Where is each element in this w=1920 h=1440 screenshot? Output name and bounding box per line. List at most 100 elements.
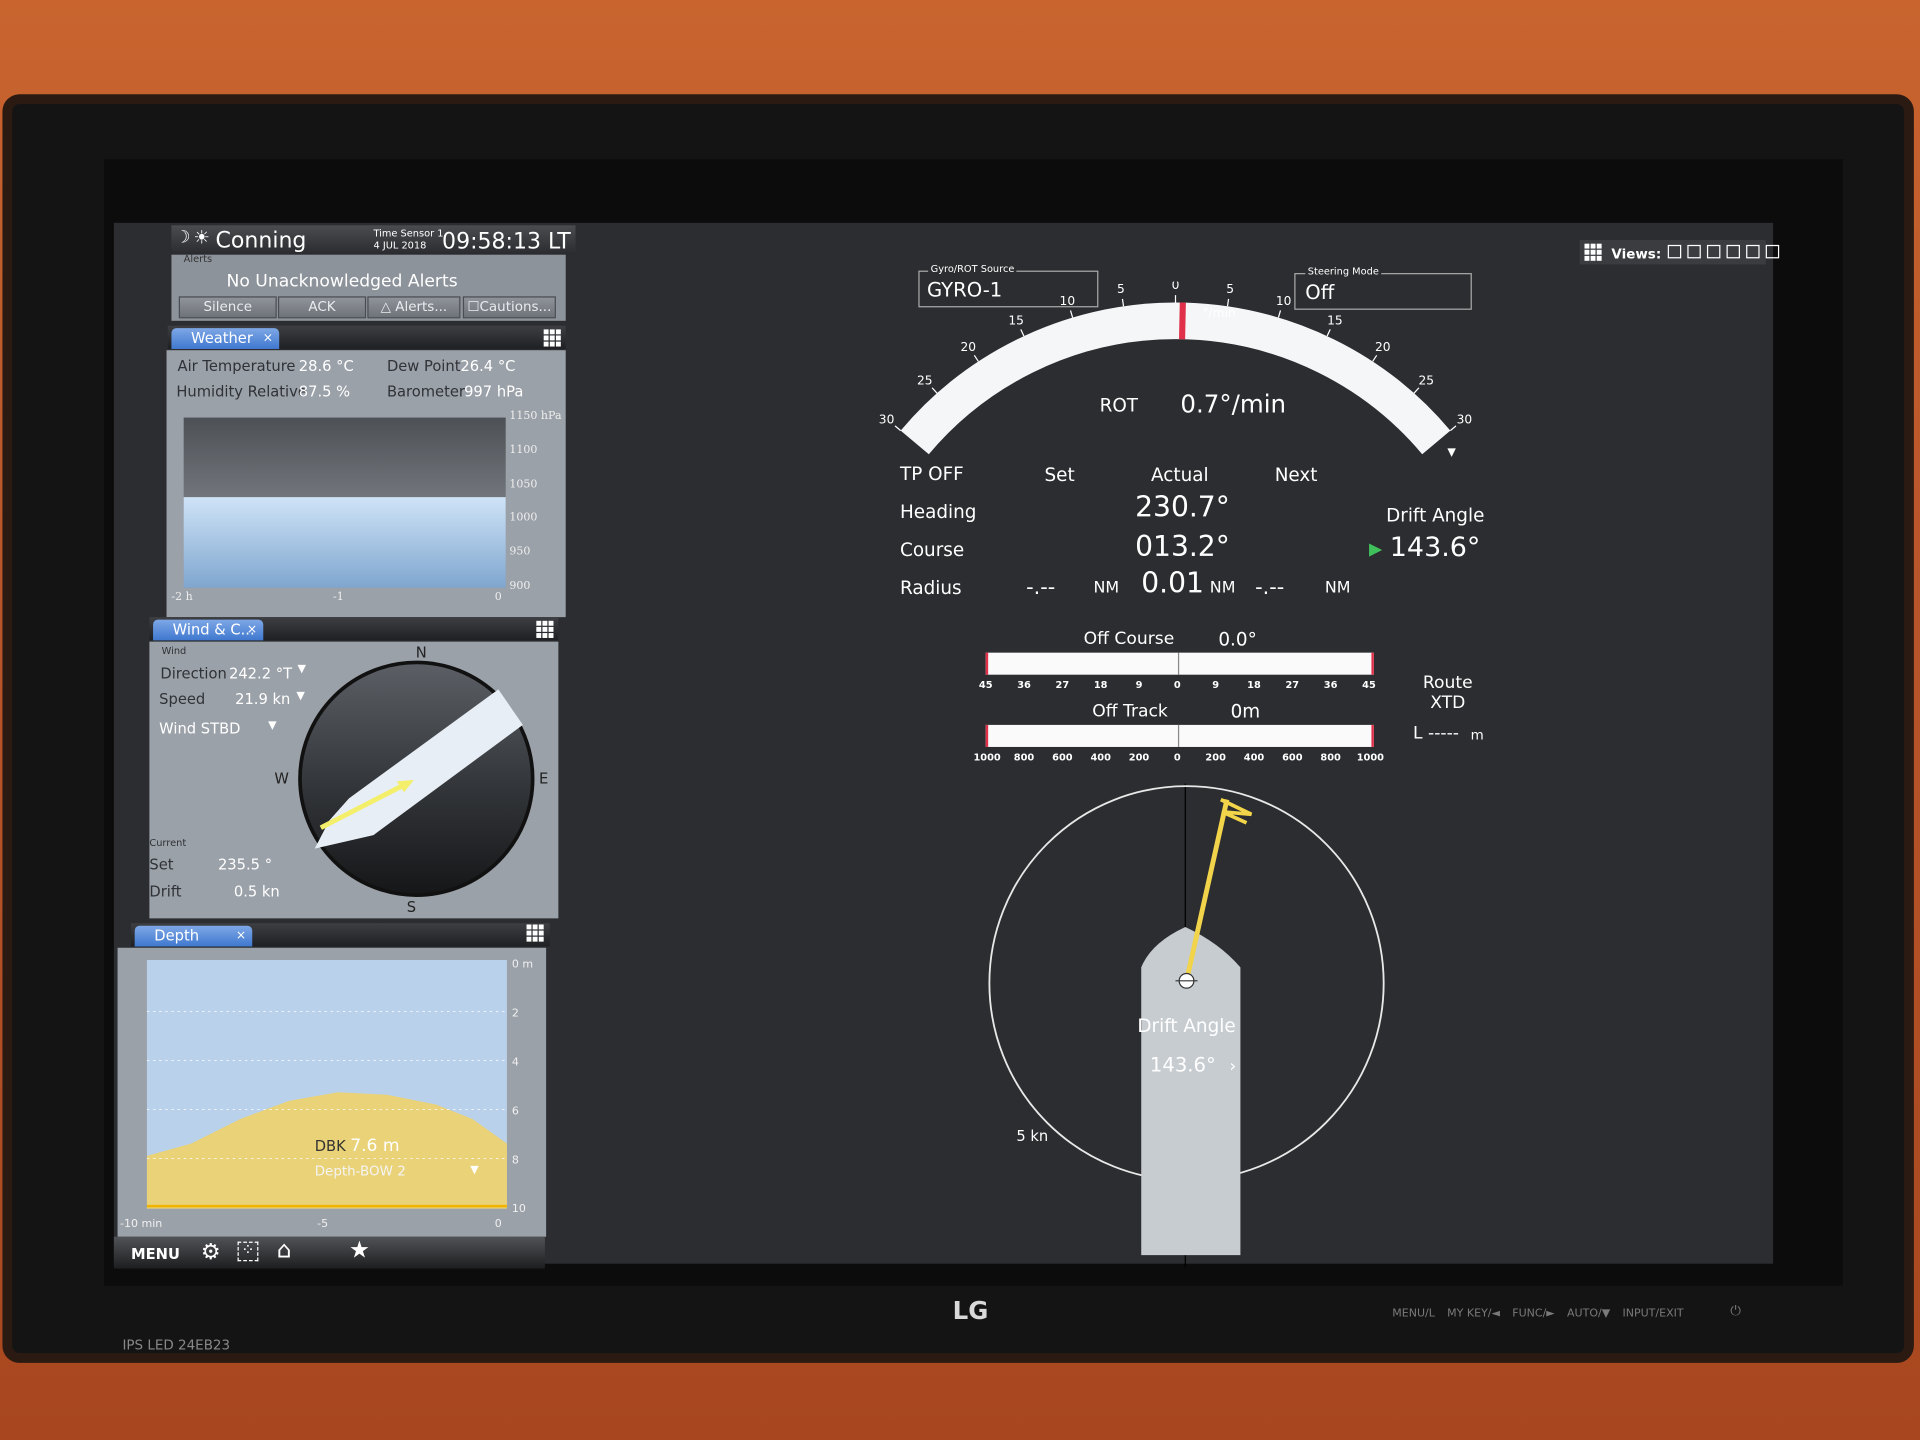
- depth-y-tick: 2: [512, 1006, 519, 1019]
- depth-source[interactable]: Depth-BOW 2: [315, 1165, 406, 1180]
- monitor-model: IPS LED 24EB23: [122, 1337, 231, 1354]
- rot-tick: [1020, 329, 1025, 337]
- rot-indicator: [1179, 302, 1186, 340]
- air-temp-label: Air Temperature: [177, 357, 296, 375]
- drift-angle-label: Drift Angle: [1386, 504, 1485, 527]
- rot-tick: [1226, 298, 1230, 307]
- night-mode-icon[interactable]: ☽: [175, 228, 190, 248]
- off-track-bar: [985, 724, 1374, 747]
- barometer-area: [183, 497, 506, 588]
- depth-y-tick: 10: [512, 1202, 526, 1215]
- date: 4 JUL 2018: [373, 240, 427, 252]
- depth-menu-grid-icon[interactable]: [526, 924, 544, 942]
- rot-tick: [1413, 387, 1420, 394]
- screen-capture-icon[interactable]: ⁘: [237, 1241, 259, 1262]
- view-vertical-split-icon[interactable]: [1706, 244, 1721, 258]
- depth-y-tick: 8: [512, 1153, 519, 1166]
- warning-triangle-icon: △: [380, 298, 396, 315]
- gear-icon[interactable]: ⚙: [201, 1239, 221, 1265]
- radius-set: -.--: [1026, 575, 1056, 601]
- current-set-label: Set: [149, 855, 174, 874]
- wind-menu-grid-icon[interactable]: [536, 620, 554, 638]
- monitor-menu-button[interactable]: MENU/L: [1392, 1308, 1435, 1320]
- dbk-label: DBK: [315, 1138, 346, 1155]
- tab-depth[interactable]: Depth ×: [134, 925, 253, 947]
- close-icon[interactable]: ×: [247, 620, 257, 641]
- drift-angle-value: 143.6°: [1389, 532, 1481, 564]
- weather-menu-grid-icon[interactable]: [543, 329, 561, 347]
- bar-tick-label: 600: [1052, 751, 1073, 763]
- view-quad-icon[interactable]: [1765, 244, 1779, 258]
- cautions-button[interactable]: ☐Cautions...: [462, 296, 556, 319]
- monitor-input-button[interactable]: INPUT/EXIT: [1622, 1308, 1683, 1320]
- bar-tick-label: 0: [1173, 679, 1181, 691]
- depth-source-dropdown-icon[interactable]: ▼: [470, 1163, 479, 1176]
- bar-tick-label: 400: [1243, 751, 1265, 763]
- humidity-value: 87.5 %: [299, 383, 350, 400]
- humidity-label: Humidity Relative: [176, 383, 307, 401]
- barometer-x-tick: -1: [333, 591, 344, 604]
- barometer-y-tick: 1000: [509, 512, 538, 525]
- apps-grid-icon[interactable]: [1584, 243, 1602, 261]
- home-icon[interactable]: ⌂: [277, 1237, 292, 1264]
- view-single-icon[interactable]: [1667, 244, 1681, 258]
- rot-tick-label: 5: [1117, 282, 1125, 296]
- rot-tick-label: 20: [960, 340, 976, 354]
- cautions-button-label: Cautions...: [479, 298, 552, 315]
- tab-weather[interactable]: Weather ×: [171, 328, 280, 349]
- dew-value: 26.4 °C: [460, 358, 515, 375]
- off-track-label: Off Track: [1092, 701, 1168, 722]
- tp-status[interactable]: TP OFF: [900, 463, 964, 485]
- monitor-auto-button[interactable]: AUTO/▼: [1567, 1308, 1610, 1320]
- day-mode-icon[interactable]: ☀: [193, 227, 209, 249]
- wind-side[interactable]: Wind STBD: [159, 720, 240, 737]
- view-three-bottom-icon[interactable]: [1726, 244, 1740, 258]
- menu-button[interactable]: MENU: [131, 1245, 180, 1262]
- depth-chart: 0 m 2 4 6 8 10 -10 min -5 0 DBK 7.6 m Depth-BOW …: [120, 957, 533, 1230]
- route-xtd-label-2: XTD: [1430, 693, 1466, 713]
- bar-tick-label: 800: [1320, 751, 1341, 763]
- monitor-mykey-button[interactable]: MY KEY/◄: [1447, 1308, 1500, 1320]
- route-xtd-unit: m: [1470, 727, 1484, 744]
- bar-tick-label: 400: [1090, 751, 1111, 763]
- rot-dropdown-icon[interactable]: ▼: [1447, 446, 1456, 459]
- depth-y-tick: 6: [512, 1104, 519, 1117]
- alerts-button[interactable]: △ Alerts...: [367, 296, 461, 319]
- barometer-y-tick: 1050: [509, 478, 538, 491]
- off-course-label: Off Course: [1083, 629, 1175, 649]
- monitor-buttons: MENU/L MY KEY/◄ FUNC/► AUTO/▼ INPUT/EXIT: [1392, 1308, 1683, 1320]
- view-three-top-icon[interactable]: [1745, 244, 1760, 258]
- rot-tick-label: 0: [1172, 282, 1180, 292]
- alerts-label: Alerts: [183, 253, 213, 265]
- silence-button[interactable]: Silence: [178, 296, 277, 319]
- bar-tick-label: 45: [1362, 679, 1376, 691]
- monitor-func-button[interactable]: FUNC/►: [1512, 1308, 1555, 1320]
- drift-vector-flags: [1220, 797, 1253, 825]
- close-icon[interactable]: ×: [236, 926, 246, 947]
- barometer-y-tick: 950: [509, 546, 531, 559]
- bar-tick-label: 36: [1323, 679, 1338, 691]
- rot-tick-label: 10: [1060, 294, 1076, 308]
- bar-tick-label: 27: [1285, 679, 1300, 691]
- bar-tick-label: 36: [1017, 679, 1031, 691]
- bar-center-line: [1177, 724, 1180, 747]
- rot-tick-label: 15: [1327, 313, 1343, 327]
- barometer-x-tick: 0: [494, 591, 502, 604]
- bar-tick-label: 9: [1212, 679, 1220, 691]
- wind-speed-label: Speed: [159, 690, 206, 708]
- wind-direction-label: Direction: [160, 664, 227, 683]
- compass-s: S: [407, 899, 416, 916]
- power-icon[interactable]: ⏻: [1730, 1303, 1741, 1320]
- ack-button[interactable]: ACK: [277, 296, 367, 319]
- ship-drift-view: Drift Angle 143.6° › 5 kn: [988, 783, 1385, 1268]
- air-temp-value: 28.6 °C: [299, 358, 354, 375]
- star-icon[interactable]: ★: [349, 1237, 370, 1264]
- compass-w: W: [274, 771, 289, 788]
- close-icon[interactable]: ×: [263, 328, 273, 349]
- view-horizontal-split-icon[interactable]: [1686, 244, 1701, 258]
- heading-label: Heading: [900, 500, 977, 523]
- tab-wind-current[interactable]: Wind & C... ×: [153, 619, 264, 641]
- radius-next-unit: NM: [1324, 579, 1351, 598]
- humidity-unit: %: [336, 383, 351, 401]
- bar-tick-label: 18: [1093, 679, 1108, 691]
